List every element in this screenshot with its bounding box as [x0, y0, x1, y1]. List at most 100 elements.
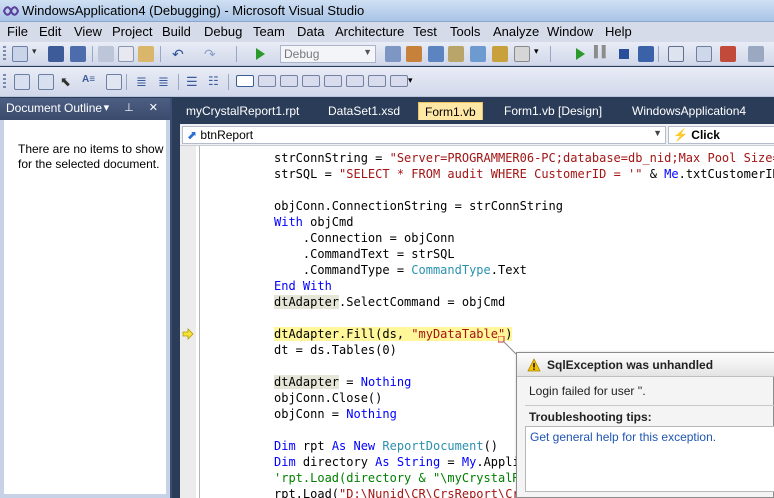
highlighted-reference: dtAdapter — [274, 375, 340, 389]
step-out-icon[interactable] — [748, 46, 764, 62]
step-over-icon[interactable] — [720, 46, 736, 62]
display-object-member-list-icon[interactable] — [14, 74, 30, 90]
menu-view[interactable]: View — [74, 24, 102, 39]
chevron-down-icon[interactable]: ▾ — [534, 46, 544, 62]
properties-icon[interactable] — [428, 46, 444, 62]
current-statement-arrow-icon — [182, 328, 194, 340]
code-line[interactable]: dt = ds.Tables(0) — [274, 342, 397, 358]
code-line[interactable]: Dim rpt As New ReportDocument() — [274, 438, 498, 454]
solution-explorer-icon[interactable] — [406, 46, 422, 62]
toolbar-separator — [92, 46, 93, 62]
continue-icon[interactable] — [572, 46, 588, 62]
event-select[interactable]: ⚡ Click — [668, 126, 774, 144]
document-tab-strip: myCrystalReport1.rpt DataSet1.xsd Form1.… — [174, 98, 774, 120]
menu-test[interactable]: Test — [413, 24, 437, 39]
code-line[interactable]: strSQL = "SELECT * FROM audit WHERE Cust… — [274, 166, 774, 182]
command-window-icon[interactable] — [514, 46, 530, 62]
tab-dataset1-xsd[interactable]: DataSet1.xsd — [322, 102, 406, 120]
menu-tools[interactable]: Tools — [450, 24, 480, 39]
code-line[interactable]: objConn = Nothing — [274, 406, 397, 422]
code-line[interactable]: dtAdapter.SelectCommand = objCmd — [274, 294, 505, 310]
code-token: strConnString = — [274, 151, 390, 165]
previous-bookmark-in-document-icon[interactable] — [346, 75, 364, 87]
code-line[interactable]: Dim directory As String = My.Applic — [274, 454, 527, 470]
copy-icon[interactable] — [118, 46, 134, 62]
code-line[interactable]: dtAdapter = Nothing — [274, 374, 411, 390]
code-line[interactable]: .CommandType = CommandType.Text — [274, 262, 527, 278]
indicator-margin[interactable] — [180, 146, 196, 498]
new-project-icon[interactable] — [12, 46, 28, 62]
chevron-down-icon[interactable]: ▾ — [408, 75, 418, 91]
code-line[interactable]: strConnString = "Server=PROGRAMMER06-PC;… — [274, 150, 774, 166]
uncomment-lines-icon[interactable]: ☷ — [208, 74, 224, 90]
menu-window[interactable]: Window — [547, 24, 593, 39]
menu-file[interactable]: File — [7, 24, 28, 39]
start-debugging-icon[interactable] — [252, 46, 268, 62]
next-bookmark-in-document-icon[interactable] — [368, 75, 386, 87]
menu-analyze[interactable]: Analyze — [493, 24, 539, 39]
previous-bookmark-icon[interactable] — [258, 75, 276, 87]
type-name: CommandType — [411, 263, 491, 277]
display-parameter-info-icon[interactable] — [38, 74, 54, 90]
stop-debugging-icon[interactable] — [616, 46, 632, 62]
object-browser-icon[interactable] — [470, 46, 486, 62]
extension-manager-icon[interactable] — [492, 46, 508, 62]
code-line[interactable]: objConn.ConnectionString = strConnString — [274, 198, 563, 214]
pane-window-buttons[interactable]: ▾ ⊥ ✕ — [104, 101, 164, 114]
object-select[interactable]: ⬈ btnReport ▼ — [182, 126, 666, 144]
find-in-files-icon[interactable] — [385, 46, 401, 62]
increase-indent-icon[interactable]: ≣ — [136, 74, 152, 90]
restart-icon[interactable] — [638, 46, 654, 62]
clear-bookmarks-icon[interactable] — [390, 75, 408, 87]
break-all-icon[interactable]: ▌▌ — [594, 46, 610, 62]
redo-icon[interactable]: ↷ — [204, 46, 220, 62]
chevron-down-icon[interactable]: ▾ — [32, 46, 42, 62]
code-line[interactable]: .Connection = objConn — [274, 230, 455, 246]
menu-build[interactable]: Build — [162, 24, 191, 39]
current-statement-line[interactable]: dtAdapter.Fill(ds, "myDataTable") — [274, 326, 513, 342]
toolbox-icon[interactable] — [448, 46, 464, 62]
code-line[interactable]: 'rpt.Load(directory & "\myCrystalRe — [274, 470, 527, 486]
quick-info-icon[interactable]: ⬉ — [60, 74, 76, 90]
next-bookmark-icon[interactable] — [280, 75, 298, 87]
cut-icon[interactable] — [98, 46, 114, 62]
previous-bookmark-in-folder-icon[interactable] — [302, 75, 320, 87]
undo-icon[interactable]: ↶ — [172, 46, 188, 62]
code-line[interactable]: With objCmd — [274, 214, 353, 230]
complete-word-icon[interactable]: A≡ — [82, 74, 98, 90]
menu-architecture[interactable]: Architecture — [335, 24, 404, 39]
tab-form1-vb-design[interactable]: Form1.vb [Design] — [498, 102, 608, 120]
comment-lines-icon[interactable]: ☰ — [186, 74, 202, 90]
code-line[interactable]: .CommandText = strSQL — [274, 246, 455, 262]
outdent-icon[interactable]: ≣ — [158, 74, 174, 90]
menu-help[interactable]: Help — [605, 24, 632, 39]
next-bookmark-in-folder-icon[interactable] — [324, 75, 342, 87]
general-help-link[interactable]: Get general help for this exception. — [530, 430, 716, 444]
toolbar-grip[interactable] — [3, 46, 6, 62]
decrease-indent-icon[interactable] — [106, 74, 122, 90]
menu-team[interactable]: Team — [253, 24, 285, 39]
menu-data[interactable]: Data — [297, 24, 324, 39]
object-select-value: btnReport — [200, 128, 254, 142]
code-line[interactable]: objConn.Close() — [274, 390, 382, 406]
tab-windowsapplication4[interactable]: WindowsApplication4 — [626, 102, 752, 120]
text-editor-toolbar: ⬉ A≡ ≣ ≣ ☰ ☷ ▾ — [0, 67, 774, 97]
save-icon[interactable] — [48, 46, 64, 62]
step-into-icon[interactable] — [696, 46, 712, 62]
menu-edit[interactable]: Edit — [39, 24, 61, 39]
solution-configuration-select[interactable]: Debug ▼ — [280, 45, 376, 63]
code-line[interactable]: rpt.Load("D:\Nunid\CR\CrsReport\Crs — [274, 486, 527, 498]
toggle-bookmark-icon[interactable] — [236, 75, 254, 87]
visual-studio-icon — [3, 6, 19, 16]
tab-form1-vb[interactable]: Form1.vb — [418, 102, 483, 120]
class-member-icon: ⬈ — [187, 128, 198, 142]
paste-icon[interactable] — [138, 46, 154, 62]
show-next-statement-icon[interactable] — [668, 46, 684, 62]
code-line[interactable]: End With — [274, 278, 332, 294]
tab-mycrystalreport1-rpt[interactable]: myCrystalReport1.rpt — [180, 102, 305, 120]
chevron-down-icon: ▼ — [653, 128, 662, 138]
menu-project[interactable]: Project — [112, 24, 152, 39]
toolbar-grip[interactable] — [3, 74, 6, 90]
save-all-icon[interactable] — [70, 46, 86, 62]
menu-debug[interactable]: Debug — [204, 24, 242, 39]
